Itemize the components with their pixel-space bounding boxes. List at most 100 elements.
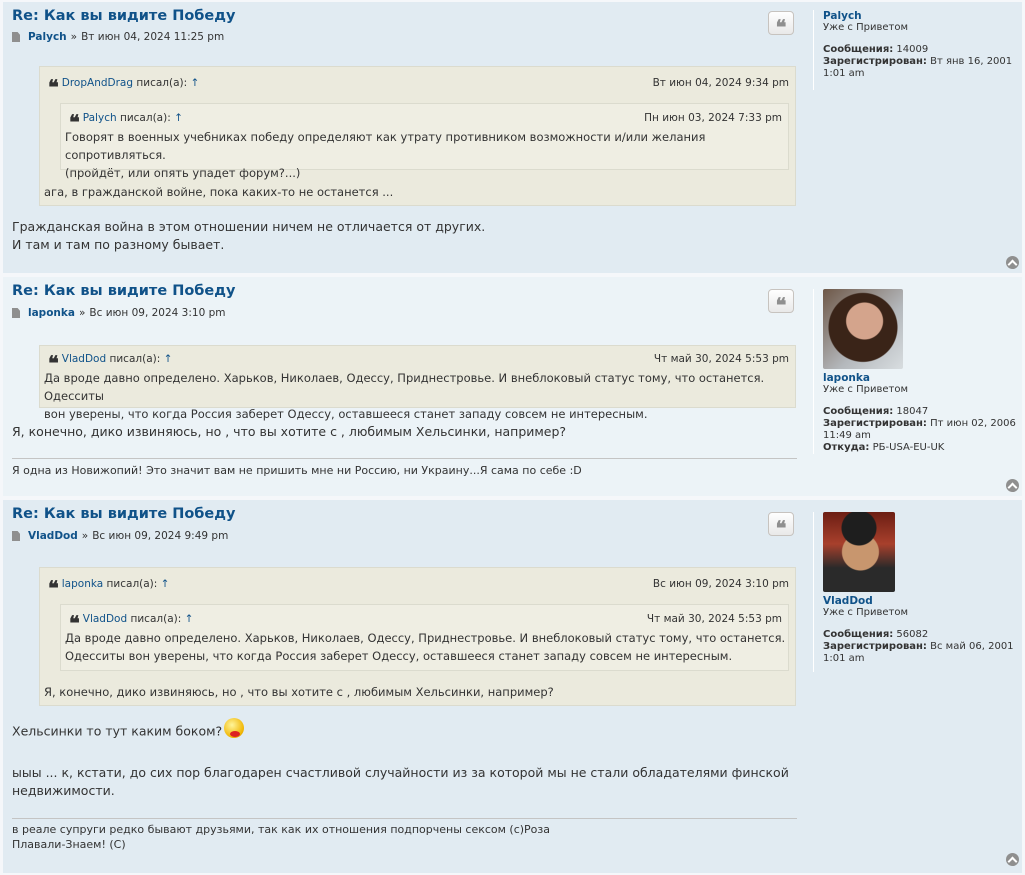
quote-icon: ❝: [775, 15, 787, 39]
post-content: Гражданская война в этом отношении ничем…: [12, 218, 485, 254]
post-title[interactable]: Re: Как вы видите Победу: [12, 8, 235, 24]
profile-location: Откуда: PБ-USA-EU-UK: [823, 442, 1018, 454]
profile-label: Сообщения:: [823, 44, 894, 55]
quote-user-link[interactable]: DropAndDrag: [62, 77, 133, 89]
quote-text: Я, конечно, дико извиняюсь, но , что вы …: [44, 685, 554, 699]
content-line: Гражданская война в этом отношении ничем…: [12, 219, 486, 234]
quote-wrote: писал(а):: [130, 613, 182, 625]
quote-line: (пройдёт, или опять упадет форум?...): [65, 166, 301, 180]
quote-cite: ❝ VladDod писал(а): ↑: [48, 351, 173, 375]
quote-jump-link[interactable]: ↑: [174, 112, 183, 124]
quote-icon: ❝: [48, 351, 59, 375]
quote-wrote: писал(а):: [119, 112, 171, 124]
quote-jump-link[interactable]: ↑: [185, 613, 194, 625]
author-link[interactable]: laponka: [28, 307, 75, 319]
quote-cite: ❝ DropAndDrag писал(а): ↑: [48, 75, 200, 99]
profile-joined-date: Пт июн 02, 2006: [930, 418, 1016, 429]
post-profile: Palych Уже с Приветом Сообщения: 14009 З…: [813, 10, 1018, 90]
quote-button[interactable]: ❝: [768, 512, 794, 540]
post-author-line: VladDod » Вс июн 09, 2024 9:49 pm: [12, 530, 228, 542]
profile-posts-count[interactable]: 18047: [896, 406, 928, 417]
post-2: Re: Как вы видите Победу laponka » Вс ию…: [3, 277, 1022, 496]
content-line: недвижимости.: [12, 783, 115, 798]
quote-header: ❝ DropAndDrag писал(а): ↑ Вт июн 04, 202…: [48, 75, 789, 99]
quote-wrote: писал(а):: [136, 77, 188, 89]
quote-jump-link[interactable]: ↑: [161, 578, 170, 590]
post-date: Вс июн 09, 2024 3:10 pm: [89, 307, 226, 319]
nested-quote: ❝ VladDod писал(а): ↑ Чт май 30, 2024 5:…: [60, 604, 789, 671]
signature-divider: [12, 818, 797, 819]
quote-wrote: писал(а):: [109, 353, 161, 365]
quote-cite: ❝ VladDod писал(а): ↑: [69, 613, 194, 633]
profile-posts-count[interactable]: 56082: [896, 629, 928, 640]
content-line: И там и там по разному бывает.: [12, 237, 225, 252]
avatar[interactable]: [823, 289, 903, 369]
quote-date: Пн июн 03, 2024 7:33 pm: [644, 112, 782, 124]
quote-block: ❝ laponka писал(а): ↑ Вс июн 09, 2024 3:…: [39, 567, 796, 706]
quote-button[interactable]: ❝: [768, 11, 794, 39]
signature-line: в реале супруги редко бывают друзьями, т…: [12, 823, 551, 836]
quote-jump-link[interactable]: ↑: [191, 77, 200, 89]
content-line: ыыы ... к, кстати, до сих пор благодарен…: [12, 765, 789, 780]
profile-username[interactable]: Palych: [823, 10, 1018, 22]
post-author-line: Palych » Вт июн 04, 2024 11:25 pm: [12, 31, 224, 43]
quote-icon: ❝: [69, 110, 80, 134]
quote-button[interactable]: ❝: [768, 289, 794, 315]
profile-joined-time: 1:01 am: [823, 653, 865, 664]
post-date: Вт июн 04, 2024 11:25 pm: [81, 31, 225, 43]
author-separator: »: [78, 307, 86, 319]
profile-joined: Зарегистрирован: Вт янв 16, 2001: [823, 56, 1018, 68]
quote-line: Да вроде давно определено. Харьков, Нико…: [65, 631, 786, 645]
profile-username[interactable]: VladDod: [823, 595, 1018, 607]
signature: в реале супруги редко бывают друзьями, т…: [12, 822, 550, 852]
quote-jump-link[interactable]: ↑: [164, 353, 173, 365]
profile-posts: Сообщения: 18047: [823, 406, 1018, 418]
post-title[interactable]: Re: Как вы видите Победу: [12, 506, 235, 522]
quote-icon: ❝: [48, 75, 59, 99]
post-profile: VladDod Уже с Приветом Сообщения: 56082 …: [813, 512, 1018, 672]
author-link[interactable]: Palych: [28, 31, 67, 43]
quote-icon: ❝: [775, 516, 787, 540]
quote-header: ❝ laponka писал(а): ↑ Вс июн 09, 2024 3:…: [48, 576, 789, 600]
back-to-top-button[interactable]: [1006, 853, 1019, 866]
post-content: ыыы ... к, кстати, до сих пор благодарен…: [12, 764, 789, 800]
avatar[interactable]: [823, 512, 895, 592]
document-icon: [12, 531, 20, 541]
quote-icon: ❝: [48, 576, 59, 600]
profile-joined: Зарегистрирован: Пт июн 02, 2006: [823, 418, 1018, 430]
quote-text: Да вроде давно определено. Харьков, Нико…: [44, 369, 795, 423]
profile-joined-date: Вт янв 16, 2001: [930, 56, 1013, 67]
quote-user-link[interactable]: laponka: [62, 578, 103, 590]
profile-posts-count[interactable]: 14009: [896, 44, 928, 55]
profile-joined: Зарегистрирован: Вс май 06, 2001: [823, 641, 1018, 653]
profile-posts: Сообщения: 56082: [823, 629, 1018, 641]
quote-user-link[interactable]: Palych: [83, 112, 117, 124]
profile-username[interactable]: laponka: [823, 372, 1018, 384]
quote-line: Говорят в военных учебниках победу опред…: [65, 130, 706, 162]
post-title[interactable]: Re: Как вы видите Победу: [12, 283, 235, 299]
quote-date: Чт май 30, 2024 5:53 pm: [653, 353, 789, 365]
post-3: Re: Как вы видите Победу VladDod » Вс ию…: [3, 500, 1022, 873]
back-to-top-button[interactable]: [1006, 256, 1019, 269]
quote-user-link[interactable]: VladDod: [62, 353, 106, 365]
post-content: Я, конечно, дико извиняюсь, но , что вы …: [12, 423, 566, 441]
document-icon: [12, 308, 20, 318]
profile-posts: Сообщения: 14009: [823, 44, 1018, 56]
profile-label: Сообщения:: [823, 406, 894, 417]
profile-label: Зарегистрирован:: [823, 641, 927, 652]
quote-wrote: писал(а):: [106, 578, 158, 590]
author-separator: »: [81, 530, 89, 542]
quote-user-link[interactable]: VladDod: [83, 613, 127, 625]
quote-block: ❝ DropAndDrag писал(а): ↑ Вт июн 04, 202…: [39, 66, 796, 206]
quote-line: Да вроде давно определено. Харьков, Нико…: [44, 371, 765, 403]
quote-cite: ❝ laponka писал(а): ↑: [48, 576, 170, 600]
profile-rank: Уже с Приветом: [823, 384, 909, 395]
back-to-top-button[interactable]: [1006, 479, 1019, 492]
quote-text: Да вроде давно определено. Харьков, Нико…: [65, 629, 785, 665]
quote-date: Вт июн 04, 2024 9:34 pm: [652, 77, 789, 89]
post-content: Хельсинки то тут каким боком?: [12, 718, 245, 742]
quote-cite: ❝ Palych писал(а): ↑: [69, 110, 183, 134]
author-link[interactable]: VladDod: [28, 530, 78, 542]
content-line: Я, конечно, дико извиняюсь, но , что вы …: [12, 424, 567, 439]
profile-joined-date: Вс май 06, 2001: [930, 641, 1014, 652]
